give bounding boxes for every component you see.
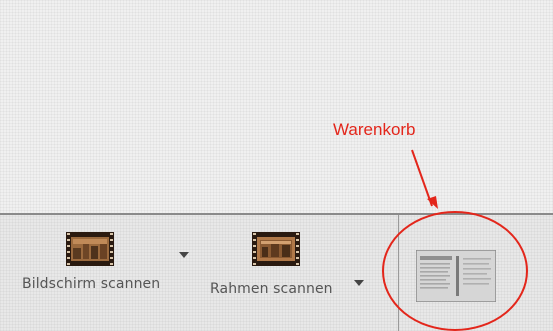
annotation-overlay — [382, 149, 528, 331]
annotation-arrow — [411, 149, 433, 207]
annotation-circle — [382, 211, 528, 331]
